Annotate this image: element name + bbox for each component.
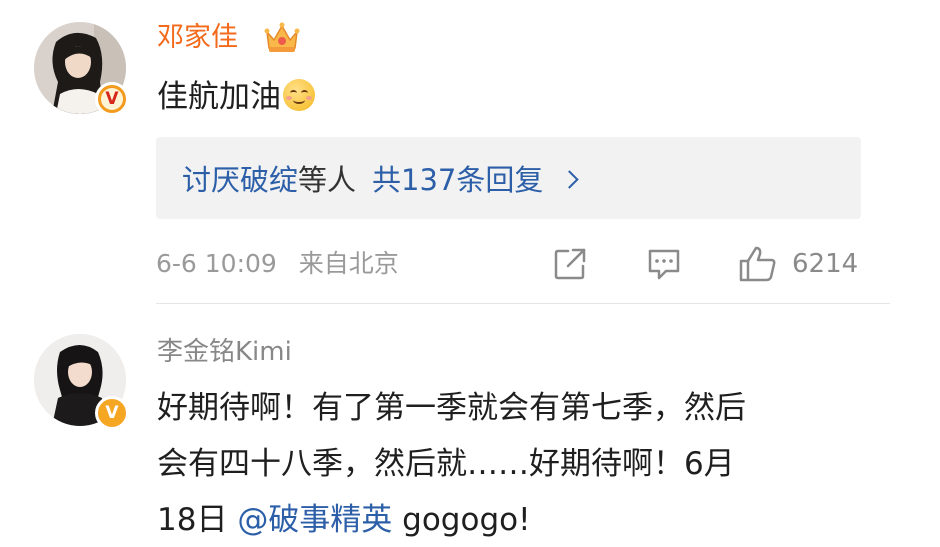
comment-text-line: 会有四十八季，然后就……好期待啊！6月 xyxy=(157,446,735,482)
reply-user-link[interactable]: 讨厌破绽 xyxy=(182,157,298,199)
reply-others-label: 等人 xyxy=(298,163,357,197)
comment-text-line: 好期待啊！有了第一季就会有第七季，然后 xyxy=(157,390,746,426)
crown-icon xyxy=(264,22,300,52)
username[interactable]: 邓家佳 xyxy=(157,22,238,54)
replies-preview[interactable]: 讨厌破绽 等人 共137条回复 xyxy=(156,137,861,219)
timestamp: 6-6 10:09 xyxy=(156,249,277,278)
comment-text-segment: gogogo! xyxy=(392,502,531,538)
like-count: 6214 xyxy=(792,249,859,279)
comment-text: 佳航加油 xyxy=(157,70,315,124)
comment-text-segment: 18日 xyxy=(157,502,238,538)
share-icon xyxy=(554,248,586,280)
comment-item: V 李金铭Kimi 好期待啊！有了第一季就会有第七季，然后 会有四十八季，然后就… xyxy=(0,304,940,546)
comment-icon xyxy=(648,249,680,280)
thumbs-up-icon xyxy=(739,246,776,282)
comment-meta: 6-6 10:09 来自北京 xyxy=(156,246,399,282)
comment-item: V 邓家佳 佳航加油 讨厌破绽 等人 共137条回复 6-6 10:09 来自北… xyxy=(0,0,940,304)
v-badge-icon: V xyxy=(95,396,129,430)
smile-emoji xyxy=(283,79,315,111)
v-badge-icon: V xyxy=(95,82,129,116)
mention-link[interactable]: @破事精英 xyxy=(237,502,392,538)
like-button[interactable]: 6214 xyxy=(738,244,858,284)
reply-total-link[interactable]: 共137条回复 xyxy=(372,157,543,199)
comment-text-line: 18日 @破事精英 gogogo! xyxy=(157,493,531,547)
share-button[interactable] xyxy=(553,244,587,284)
location: 来自北京 xyxy=(298,249,399,278)
comment-button[interactable] xyxy=(646,244,682,284)
chevron-right-icon xyxy=(560,169,580,189)
username[interactable]: 李金铭Kimi xyxy=(157,336,292,368)
